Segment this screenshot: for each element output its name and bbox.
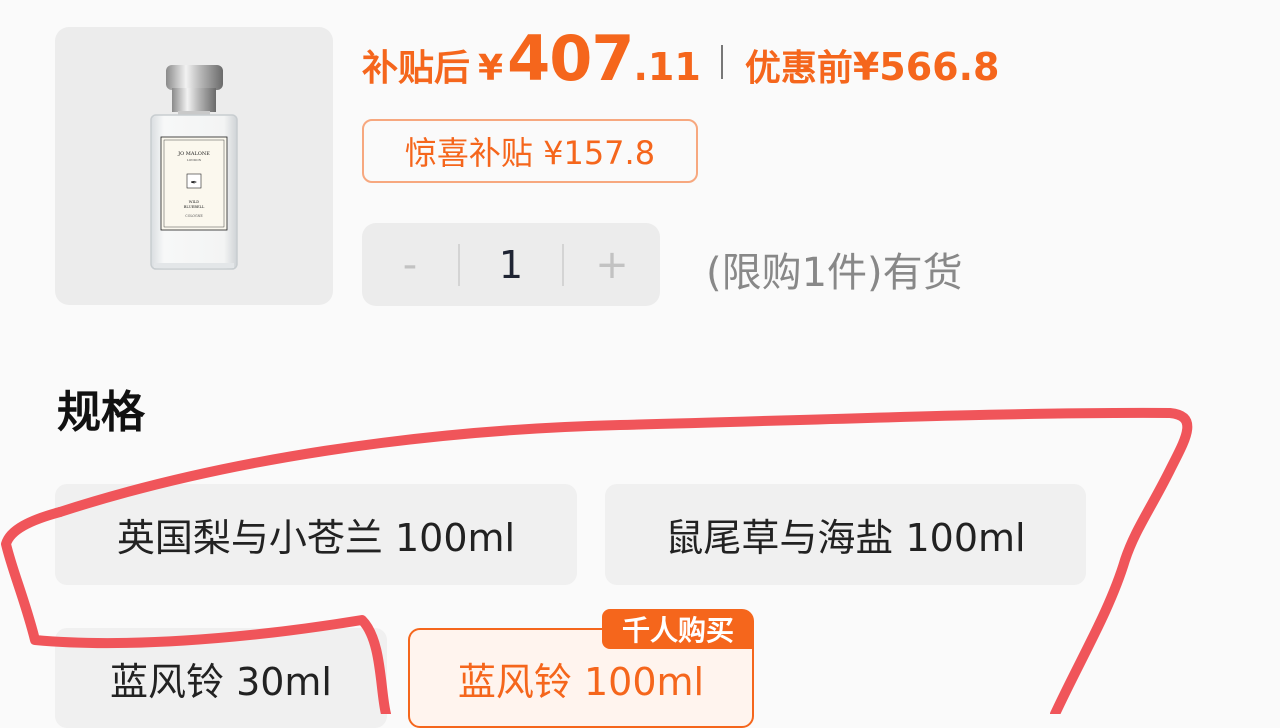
popular-tag: 千人购买 (602, 609, 754, 649)
product-image[interactable]: JO MALONE LONDON ✒ WILD BLUEBELL COLOGNE (55, 27, 333, 305)
svg-text:JO MALONE: JO MALONE (177, 151, 210, 157)
spec-option-bluebell-30ml[interactable]: 蓝风铃 30ml (55, 628, 387, 728)
spec-title: 规格 (57, 387, 145, 438)
spec-option-sage-sea-salt[interactable]: 鼠尾草与海盐 100ml (605, 484, 1086, 585)
svg-text:WILD: WILD (189, 200, 199, 204)
price-integer: 407 (507, 22, 634, 95)
after-subsidy-label: 补贴后 (362, 48, 471, 89)
price-divider (720, 45, 723, 79)
increment-button[interactable]: + (564, 242, 660, 288)
stock-status: (限购1件)有货 (706, 250, 963, 296)
before-discount-label: 优惠前 (744, 48, 853, 89)
svg-text:COLOGNE: COLOGNE (185, 214, 203, 218)
before-discount-price: ¥566.8 (852, 45, 1000, 89)
currency-symbol: ¥ (478, 48, 504, 89)
svg-text:BLUEBELL: BLUEBELL (184, 205, 205, 209)
subsidy-badge: 惊喜补贴 ¥157.8 (362, 119, 698, 183)
perfume-bottle-icon: JO MALONE LONDON ✒ WILD BLUEBELL COLOGNE (150, 65, 238, 270)
spec-option-pear-freesia[interactable]: 英国梨与小苍兰 100ml (55, 484, 577, 585)
quantity-value[interactable]: 1 (460, 243, 562, 287)
svg-text:✒: ✒ (191, 178, 198, 187)
quantity-stepper: - 1 + (362, 223, 660, 306)
svg-text:LONDON: LONDON (187, 158, 202, 162)
decrement-button[interactable]: - (362, 242, 458, 288)
price-row: 补贴后 ¥ 407 .11 优惠前 ¥566.8 (362, 22, 999, 102)
price-decimal: .11 (633, 45, 701, 89)
